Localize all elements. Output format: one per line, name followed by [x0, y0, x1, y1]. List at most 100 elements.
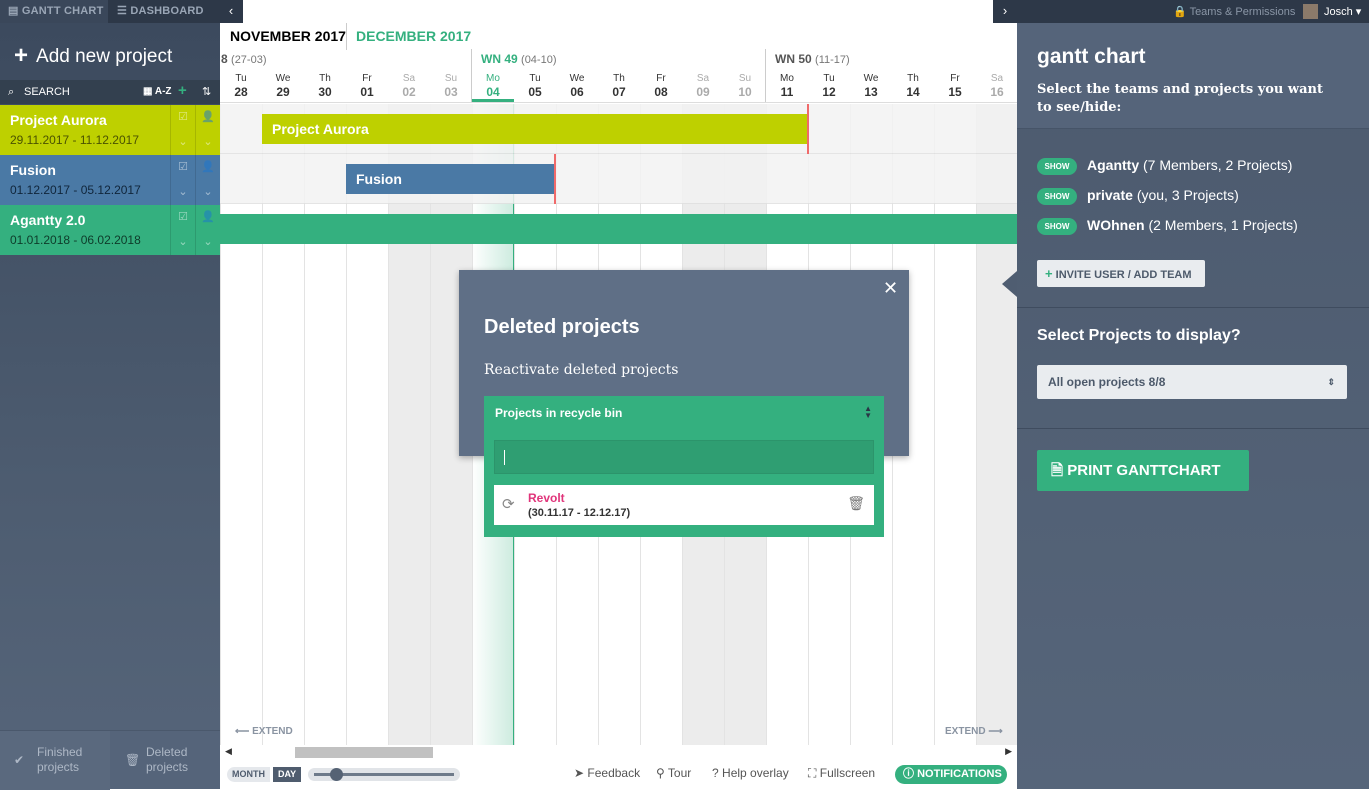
- bar-label: Project Aurora: [272, 121, 369, 137]
- restore-icon[interactable]: ⟳: [502, 495, 515, 513]
- gantt-row: [220, 154, 1017, 204]
- project-item-fusion[interactable]: Fusion 01.12.2017 - 05.12.2017 ☑ ⌄ 👤 ⌄: [0, 155, 220, 205]
- sort-az-label: A-Z: [154, 86, 172, 97]
- extend-right-button[interactable]: EXTEND ⟶: [945, 726, 1003, 737]
- day-header-cell: Tu 05: [528, 73, 542, 99]
- extend-left-button[interactable]: ⟵ EXTEND: [235, 726, 293, 737]
- plus-icon: +: [1045, 266, 1053, 281]
- project-sidebar: + Add new project ⌕ SEARCH ▦ A-Z + ⇅ Proj…: [0, 23, 220, 790]
- tab-gantt-chart[interactable]: ▤ GANTT CHART: [0, 0, 108, 23]
- lock-icon: 🔒: [1173, 6, 1187, 18]
- day-header-cell: Th 07: [612, 73, 626, 99]
- add-project-label: Add new project: [36, 46, 173, 67]
- project-filter-select[interactable]: All open projects 8/8 ⇕: [1037, 365, 1347, 399]
- day-header-cell: Th 30: [318, 73, 332, 99]
- sort-order-icon[interactable]: ⇅: [202, 80, 211, 104]
- modal-subtitle: Reactivate deleted projects: [484, 362, 679, 378]
- deleted-project-name: Revolt: [528, 491, 565, 505]
- sidebar-footer: ✔ Finished projects 🗑 Deleted projects: [0, 730, 220, 790]
- project-item-agantty[interactable]: Agantty 2.0 01.01.2018 - 06.02.2018 ☑ ⌄ 👤…: [0, 205, 220, 255]
- modal-title: Deleted projects: [484, 316, 640, 338]
- gantt-bar-agantty[interactable]: [220, 214, 1017, 244]
- notifications-button[interactable]: ⓘ NOTIFICATIONS: [895, 765, 1007, 784]
- settings-panel: gantt chart Select the teams and project…: [1017, 23, 1369, 789]
- finished-projects-button[interactable]: ✔ Finished projects: [0, 731, 110, 790]
- project-name: Project Aurora: [10, 112, 107, 128]
- scroll-right-icon[interactable]: ▶: [1005, 746, 1012, 757]
- project-dates: 01.12.2017 - 05.12.2017: [10, 183, 141, 197]
- scroll-thumb[interactable]: [295, 747, 433, 758]
- day-header-cell: We 13: [863, 73, 879, 99]
- project-name: Agantty 2.0: [10, 212, 86, 228]
- day-header-cell: Mo 11: [780, 73, 794, 99]
- month-label-november: NOVEMBER 2017: [230, 28, 346, 44]
- add-new-project-button[interactable]: + Add new project: [14, 41, 172, 69]
- tab-gantt-label: GANTT CHART: [21, 5, 104, 17]
- trash-icon: 🗑: [125, 753, 141, 767]
- team-row-private: SHOW private (you, 3 Projects): [1037, 187, 1239, 205]
- fullscreen-button[interactable]: ⛶ Fullscreen: [808, 766, 875, 781]
- show-toggle[interactable]: SHOW: [1037, 187, 1077, 205]
- plus-icon: +: [14, 42, 29, 69]
- search-label: SEARCH: [24, 86, 70, 98]
- select-arrows-icon: ⇕: [1327, 377, 1335, 387]
- project-check-icon[interactable]: ☑ ⌄: [170, 205, 195, 255]
- search-bar[interactable]: ⌕ SEARCH ▦ A-Z + ⇅: [0, 80, 220, 104]
- top-nav-left: ▤ GANTT CHART ☰ DASHBOARD ‹: [0, 0, 243, 23]
- zoom-slider[interactable]: [308, 768, 460, 781]
- question-icon: ?: [712, 766, 719, 780]
- trash-icon[interactable]: 🗑: [847, 495, 865, 512]
- panel-description: Select the teams and projects you want t…: [1037, 82, 1323, 115]
- deleted-projects-button[interactable]: 🗑 Deleted projects: [111, 731, 220, 790]
- project-user-icon[interactable]: 👤 ⌄: [195, 155, 220, 205]
- project-check-icon[interactable]: ☑ ⌄: [170, 105, 195, 155]
- collapse-left-chevron-icon[interactable]: ‹: [219, 0, 243, 23]
- tab-dashboard[interactable]: ☰ DASHBOARD: [108, 0, 204, 23]
- add-icon[interactable]: +: [178, 79, 187, 103]
- scroll-left-icon[interactable]: ◀: [225, 746, 232, 757]
- send-icon: ➤: [574, 766, 585, 780]
- day-header-cell: Sa 02: [402, 73, 416, 99]
- project-user-icon[interactable]: 👤 ⌄: [195, 205, 220, 255]
- bar-label: Fusion: [356, 171, 402, 187]
- deadline-marker: [807, 104, 809, 154]
- sort-az-button[interactable]: ▦ A-Z: [143, 80, 172, 104]
- day-header-cell: Fr 15: [948, 73, 962, 99]
- close-icon[interactable]: ✕: [883, 278, 898, 299]
- show-toggle[interactable]: SHOW: [1037, 217, 1077, 235]
- user-menu[interactable]: Josch ▾: [1324, 5, 1361, 18]
- teams-permissions-link[interactable]: 🔒 Teams & Permissions: [1173, 5, 1295, 18]
- tab-dashboard-label: DASHBOARD: [130, 5, 204, 17]
- day-header-cell: Sa 16: [990, 73, 1004, 99]
- help-overlay-button[interactable]: ? Help overlay: [712, 766, 789, 780]
- deadline-marker: [554, 154, 556, 204]
- month-view-button[interactable]: MONTH: [227, 767, 270, 782]
- zoom-slider-knob[interactable]: [330, 768, 343, 781]
- collapse-right-chevron-icon[interactable]: ›: [993, 0, 1017, 23]
- dropdown-arrows-icon[interactable]: ▲ ▼: [864, 405, 872, 420]
- search-icon: ⌕: [8, 86, 15, 98]
- day-header-cell: We 06: [569, 73, 585, 99]
- project-user-icon[interactable]: 👤 ⌄: [195, 105, 220, 155]
- project-check-icon[interactable]: ☑ ⌄: [170, 155, 195, 205]
- project-item-aurora[interactable]: Project Aurora 29.11.2017 - 11.12.2017 ☑…: [0, 105, 220, 155]
- print-ganttchart-button[interactable]: 🗎 PRINT GANTTCHART: [1037, 450, 1249, 491]
- invite-user-button[interactable]: + INVITE USER / ADD TEAM: [1037, 260, 1205, 287]
- tour-button[interactable]: ⚲ Tour: [656, 766, 691, 780]
- gantt-bar-fusion[interactable]: Fusion: [346, 164, 554, 194]
- team-row-wohnen: SHOW WOhnen (2 Members, 1 Projects): [1037, 217, 1298, 235]
- day-view-button[interactable]: DAY: [273, 767, 302, 782]
- horizontal-scrollbar[interactable]: ◀ ▶: [220, 745, 1017, 761]
- gantt-bar-aurora[interactable]: Project Aurora: [262, 114, 807, 144]
- avatar[interactable]: [1303, 4, 1318, 19]
- day-header-cell: Fr 01: [360, 73, 374, 99]
- recycle-search-input[interactable]: [494, 440, 874, 474]
- recycle-bin-dropdown[interactable]: Projects in recycle bin ▲ ▼ ⟳ Revolt (30.…: [484, 396, 884, 537]
- document-icon: 🗎: [1051, 462, 1064, 479]
- day-header-cell: Th 14: [906, 73, 920, 99]
- feedback-button[interactable]: ➤ Feedback: [574, 766, 640, 780]
- show-toggle[interactable]: SHOW: [1037, 157, 1077, 175]
- deleted-project-item[interactable]: ⟳ Revolt (30.11.17 - 12.12.17) 🗑: [494, 485, 874, 525]
- top-nav-right: › 🔒 Teams & Permissions Josch ▾: [993, 0, 1369, 23]
- day-header-cell: Mo 04: [486, 73, 500, 99]
